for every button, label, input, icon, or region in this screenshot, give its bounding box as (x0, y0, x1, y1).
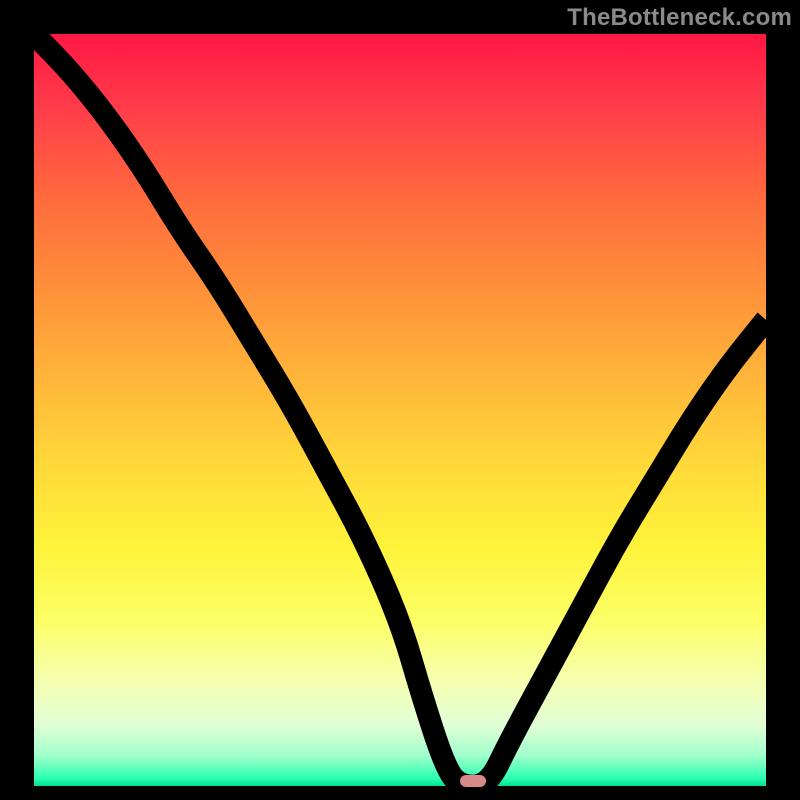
plot-area (34, 34, 766, 786)
sweet-spot-marker (460, 775, 486, 787)
bottleneck-curve (34, 34, 766, 786)
watermark-text: TheBottleneck.com (567, 4, 792, 32)
chart-frame: TheBottleneck.com (0, 0, 800, 800)
curve-path (34, 34, 766, 786)
